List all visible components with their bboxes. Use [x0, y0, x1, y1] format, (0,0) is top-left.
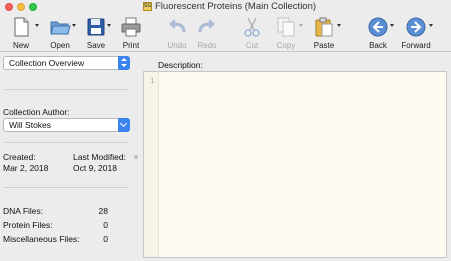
save-label: Save	[86, 41, 106, 50]
back-label: Back	[369, 41, 387, 50]
author-label: Collection Author:	[3, 107, 70, 117]
view-selector-value: Collection Overview	[9, 58, 85, 68]
floppy-icon	[87, 18, 105, 36]
undo-button[interactable]: Undo	[163, 16, 191, 50]
save-dropdown-caret[interactable]	[107, 24, 111, 27]
window-title: Fluorescent Proteins (Main Collection)	[155, 1, 317, 12]
line-number: 1	[150, 77, 155, 85]
created-value: Mar 2, 2018	[3, 163, 49, 173]
paste-button[interactable]: Paste	[309, 16, 341, 50]
modified-label: Last Modified:	[73, 152, 126, 162]
divider	[4, 142, 129, 143]
author-dropdown[interactable]: Will Stokes	[3, 118, 130, 132]
line-number-gutter: 1	[144, 72, 159, 257]
divider	[4, 89, 129, 90]
back-arrow-icon	[368, 17, 388, 37]
dna-files-count: 28	[98, 206, 108, 216]
forward-label: Forward	[401, 41, 431, 50]
modified-value: Oct 9, 2018	[73, 163, 117, 173]
view-selector[interactable]: Collection Overview	[3, 56, 130, 70]
misc-files-count: 0	[103, 234, 108, 244]
dna-files-label: DNA Files:	[3, 206, 44, 216]
updown-arrows-icon	[118, 56, 130, 70]
folder-icon	[50, 21, 71, 35]
cut-button[interactable]: Cut	[238, 16, 266, 50]
redo-label: Redo	[197, 41, 217, 50]
back-dropdown-caret[interactable]	[390, 24, 394, 27]
new-doc-icon	[14, 17, 29, 37]
forward-dropdown-caret[interactable]	[429, 24, 433, 27]
description-editor[interactable]: 1	[143, 71, 447, 258]
zoom-window-button[interactable]	[29, 3, 37, 11]
misc-files-label: Miscellaneous Files:	[3, 234, 80, 244]
new-dropdown-caret[interactable]	[35, 24, 39, 27]
created-label: Created:	[3, 152, 36, 162]
copy-button[interactable]: Copy	[271, 16, 303, 50]
copy-icon	[277, 17, 295, 37]
protein-files-label: Protein Files:	[3, 220, 53, 230]
close-window-button[interactable]	[5, 3, 13, 11]
print-button[interactable]: Print	[117, 16, 145, 50]
divider	[4, 187, 129, 188]
copy-label: Copy	[276, 41, 296, 50]
protein-files-count: 0	[103, 220, 108, 230]
cut-label: Cut	[245, 41, 259, 50]
redo-icon	[198, 19, 215, 33]
open-button[interactable]: Open	[45, 16, 76, 50]
author-value: Will Stokes	[9, 120, 52, 130]
save-button[interactable]: Save	[82, 16, 111, 50]
splitter-handle[interactable]	[134, 155, 138, 159]
scissors-icon	[244, 17, 260, 37]
printer-icon	[121, 17, 141, 37]
chevron-down-icon	[118, 118, 130, 132]
open-dropdown-caret[interactable]	[72, 24, 76, 27]
undo-label: Undo	[167, 41, 187, 50]
minimize-window-button[interactable]	[17, 3, 25, 11]
document-icon: SG	[143, 2, 152, 11]
new-label: New	[12, 41, 29, 50]
undo-icon	[169, 19, 186, 33]
toolbar: New Open Save Print Undo Redo Cut Copy P…	[0, 14, 451, 52]
forward-arrow-icon	[406, 17, 426, 37]
paste-dropdown-caret[interactable]	[337, 24, 341, 27]
clipboard-icon	[315, 17, 333, 37]
back-button[interactable]: Back	[364, 16, 394, 50]
print-label: Print	[122, 41, 140, 50]
redo-button[interactable]: Redo	[193, 16, 221, 50]
description-label: Description:	[158, 60, 203, 70]
copy-dropdown-caret[interactable]	[299, 24, 303, 27]
forward-button[interactable]: Forward	[399, 16, 433, 50]
new-button[interactable]: New	[6, 16, 39, 50]
open-label: Open	[50, 41, 70, 50]
paste-label: Paste	[313, 41, 335, 50]
title-bar: SG Fluorescent Proteins (Main Collection…	[0, 0, 451, 14]
